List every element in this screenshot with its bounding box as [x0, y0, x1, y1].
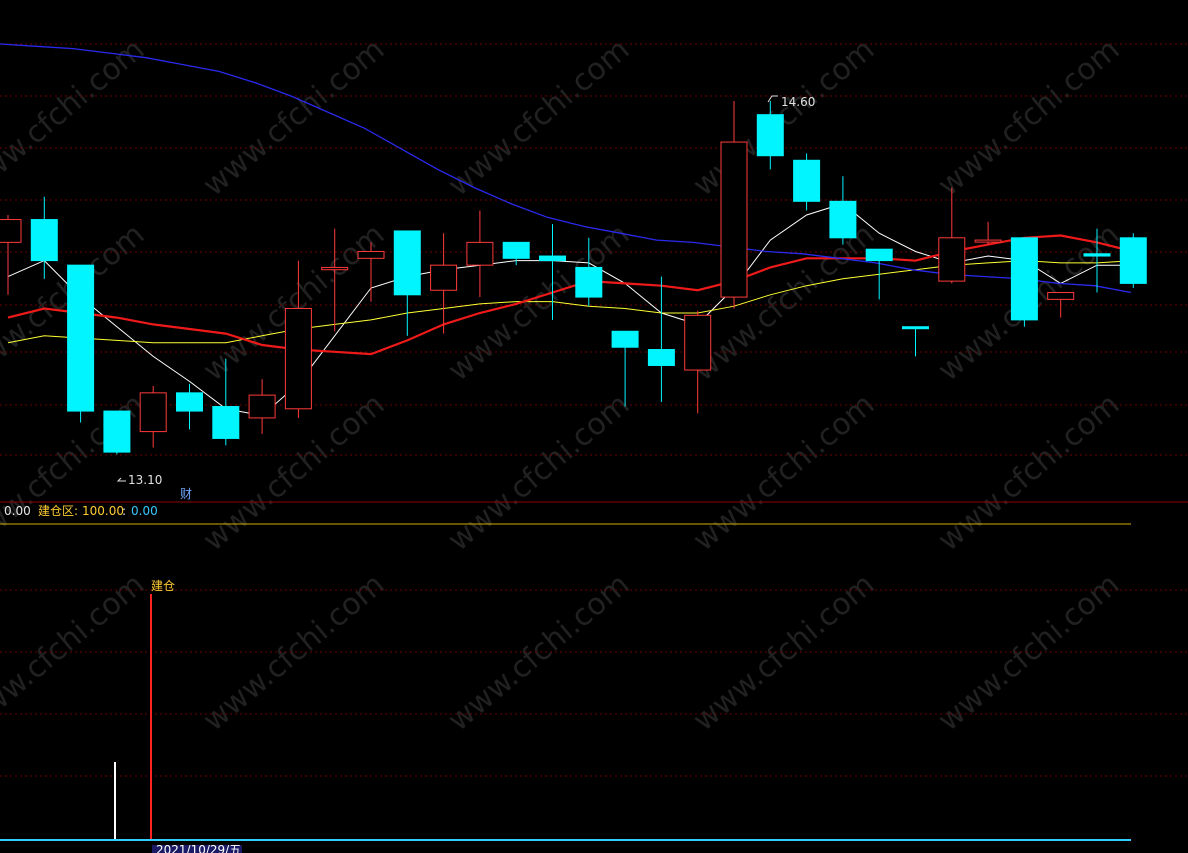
- candle-body: [938, 237, 966, 282]
- watermark-text: www.cfchi.com: [442, 387, 637, 558]
- candle-body: [720, 141, 748, 298]
- candle-body: [865, 248, 893, 262]
- candle-body: [321, 266, 349, 271]
- candle-body: [829, 200, 857, 239]
- date-label: 2021/10/29/五: [156, 843, 241, 853]
- watermark-layer: www.cfchi.com www.cfchi.com www.cfchi.com w…: [0, 32, 1126, 738]
- candle-body: [248, 394, 276, 419]
- candle-body: [902, 326, 929, 330]
- candle-body: [1083, 253, 1111, 257]
- candle-body: [1119, 237, 1147, 284]
- candle-body: [611, 330, 639, 348]
- candle-body: [575, 266, 603, 298]
- candle-body: [357, 250, 385, 259]
- candle-body: [67, 264, 95, 412]
- candle-body: [284, 307, 312, 410]
- candle-body: [793, 159, 821, 202]
- indicator-name: 建仓区:: [38, 504, 78, 518]
- candle-body: [974, 239, 1002, 243]
- candle-body: [176, 392, 203, 412]
- candle-body: [502, 241, 530, 259]
- candle-body: [1010, 237, 1038, 321]
- indicator-separator: :: [122, 504, 126, 518]
- watermark-text: www.cfchi.com: [687, 567, 882, 738]
- candle-body: [0, 219, 22, 243]
- high-price-label: 14.60: [781, 95, 815, 109]
- watermark-text: www.cfchi.com: [932, 387, 1127, 558]
- candle-body: [212, 406, 240, 439]
- financial-report-marker: 财: [180, 487, 192, 501]
- low-arrow: [116, 477, 126, 482]
- watermark-text: www.cfchi.com: [442, 567, 637, 738]
- watermark-text: www.cfchi.com: [932, 567, 1127, 738]
- indicator-value-2: 0.00: [131, 504, 158, 518]
- watermark-text: www.cfchi.com: [687, 32, 882, 203]
- candle-body: [756, 114, 784, 157]
- watermark-text: www.cfchi.com: [687, 387, 882, 558]
- ma-line-1: [7, 203, 1134, 417]
- watermark-text: www.cfchi.com: [197, 567, 392, 738]
- watermark-text: www.cfchi.com: [197, 32, 392, 203]
- watermark-text: www.cfchi.com: [0, 32, 151, 203]
- watermark-text: www.cfchi.com: [442, 32, 637, 203]
- candle-body: [139, 392, 167, 433]
- watermark-text: www.cfchi.com: [0, 567, 151, 738]
- candle-body: [30, 219, 58, 262]
- candle-body: [539, 255, 566, 262]
- indicator-header-left: 0.00: [4, 504, 31, 518]
- candle-body: [430, 264, 458, 291]
- low-price-label: 13.10: [128, 473, 162, 487]
- candle-body: [466, 241, 494, 266]
- candlestick-chart: www.cfchi.com www.cfchi.com www.cfchi.com w…: [0, 32, 1188, 853]
- candle-body: [647, 349, 675, 366]
- signal-label: 建仓: [151, 579, 175, 593]
- watermark-text: www.cfchi.com: [932, 32, 1127, 203]
- candle-body: [1047, 292, 1075, 300]
- candle-body: [103, 410, 131, 453]
- candle-body: [393, 230, 421, 296]
- watermark-text: www.cfchi.com: [687, 217, 882, 388]
- candle-body: [684, 314, 712, 371]
- indicator-value-1: 100.00: [82, 504, 124, 518]
